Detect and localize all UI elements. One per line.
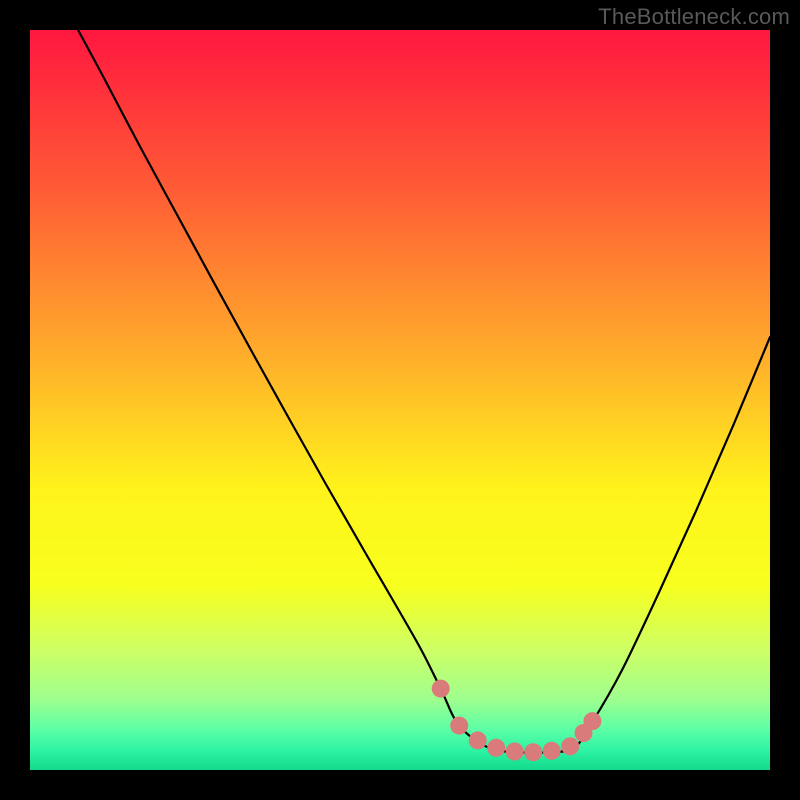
sweet-spot-dots-point — [432, 680, 450, 698]
sweet-spot-dots-point — [487, 739, 505, 757]
sweet-spot-dots-point — [524, 743, 542, 761]
bottleneck-chart — [0, 0, 800, 800]
sweet-spot-dots-point — [543, 742, 561, 760]
sweet-spot-dots-point — [469, 731, 487, 749]
sweet-spot-dots-point — [450, 717, 468, 735]
sweet-spot-dots-point — [506, 743, 524, 761]
watermark-text: TheBottleneck.com — [598, 4, 790, 30]
sweet-spot-dots-point — [561, 737, 579, 755]
chart-frame: TheBottleneck.com — [0, 0, 800, 800]
sweet-spot-dots-point — [583, 712, 601, 730]
gradient-background — [30, 30, 770, 770]
